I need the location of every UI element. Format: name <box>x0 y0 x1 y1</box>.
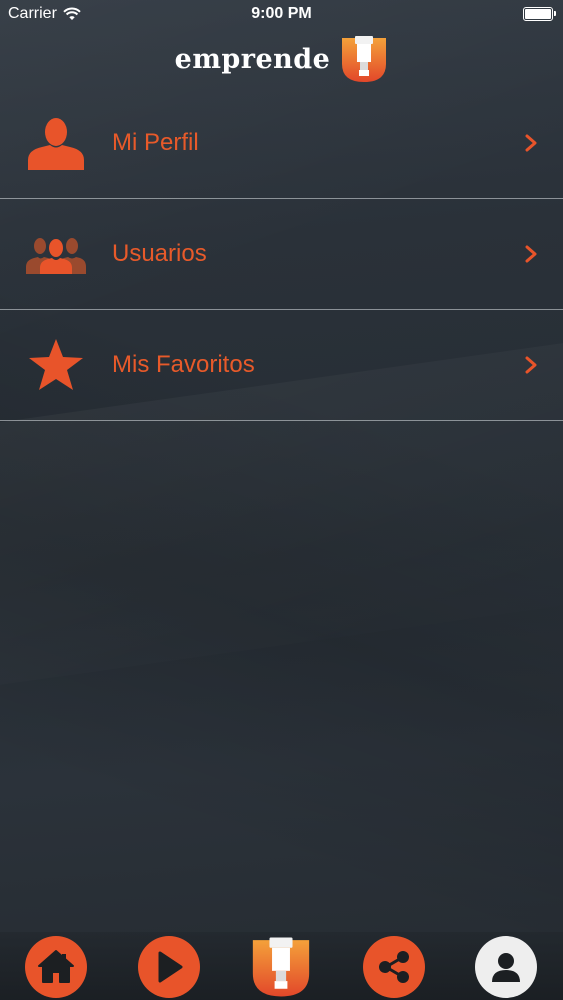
tab-logo[interactable] <box>249 935 313 999</box>
play-icon <box>158 951 183 983</box>
chevron-right-icon <box>525 245 537 263</box>
tab-home[interactable] <box>24 935 88 999</box>
status-bar: Carrier 9:00 PM <box>0 0 563 30</box>
chevron-right-icon <box>525 356 537 374</box>
home-icon <box>38 950 74 983</box>
menu-item-label: Mis Favoritos <box>112 351 255 378</box>
user-icon <box>26 113 86 173</box>
tab-profile[interactable] <box>474 935 538 999</box>
profile-icon <box>492 953 520 982</box>
logo-icon <box>252 937 310 997</box>
menu-item-label: Mi Perfil <box>112 129 199 156</box>
tab-bar <box>0 932 563 1000</box>
menu-item-usuarios[interactable]: Usuarios <box>0 199 563 310</box>
share-button[interactable] <box>363 936 425 998</box>
menu-item-label: Usuarios <box>112 240 207 267</box>
menu-item-mis-favoritos[interactable]: Mis Favoritos <box>0 310 563 421</box>
menu-item-mi-perfil[interactable]: Mi Perfil <box>0 88 563 199</box>
app-header: emprende <box>0 30 563 88</box>
chevron-right-icon <box>525 134 537 152</box>
logo-text: emprende <box>174 43 331 75</box>
tab-share[interactable] <box>362 935 426 999</box>
play-button[interactable] <box>138 936 200 998</box>
home-button[interactable] <box>25 936 87 998</box>
tab-play[interactable] <box>137 935 201 999</box>
star-icon <box>26 335 86 395</box>
battery-icon <box>523 7 556 21</box>
profile-button[interactable] <box>475 936 537 998</box>
share-icon <box>379 951 409 983</box>
status-time: 9:00 PM <box>251 5 312 22</box>
main-menu: Mi Perfil Usuarios Mis Favoritos <box>0 88 563 421</box>
logo-icon <box>342 36 387 82</box>
users-icon <box>26 224 86 284</box>
